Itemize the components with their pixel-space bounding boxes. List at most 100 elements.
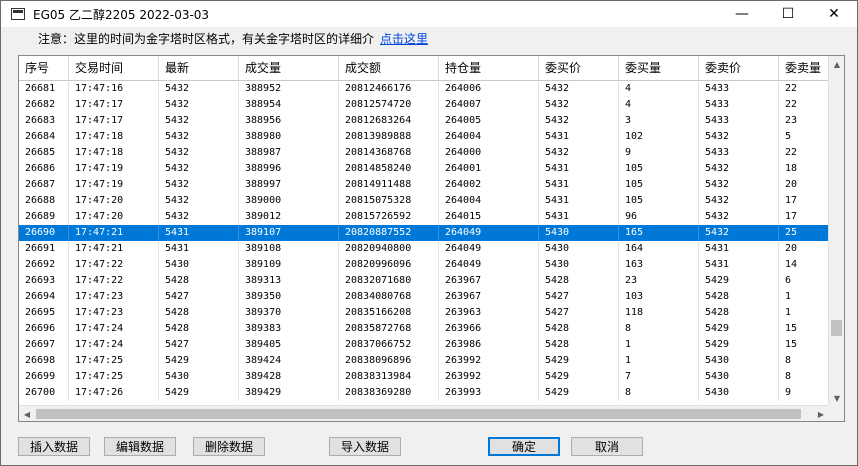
table-cell: 1 — [619, 337, 699, 353]
table-cell: 264002 — [439, 177, 539, 193]
table-cell: 22 — [779, 81, 829, 97]
table-cell: 389428 — [239, 369, 339, 385]
column-header[interactable]: 成交额 — [339, 56, 439, 81]
table-cell: 264000 — [439, 145, 539, 161]
horizontal-scroll-thumb[interactable] — [36, 409, 801, 419]
table-cell: 17:47:18 — [69, 129, 159, 145]
table-row[interactable]: 26698 17:47:25 5429 389424 20838096896 263992… — [19, 353, 829, 369]
title-bar[interactable]: EG05 乙二醇2205 2022-03-03 — ☐ ✕ — [1, 1, 857, 27]
table-cell: 26700 — [19, 385, 69, 401]
horizontal-scrollbar[interactable]: ◀ ▶ — [19, 405, 829, 421]
column-header[interactable]: 持仓量 — [439, 56, 539, 81]
table-cell: 5428 — [159, 305, 239, 321]
table-row[interactable]: 26685 17:47:18 5432 388987 20814368768 264000… — [19, 145, 829, 161]
scroll-corner — [828, 405, 844, 421]
table-cell: 9 — [619, 145, 699, 161]
table-cell: 388980 — [239, 129, 339, 145]
column-header[interactable]: 交易时间 — [69, 56, 159, 81]
table-row[interactable]: 26697 17:47:24 5427 389405 20837066752 263986… — [19, 337, 829, 353]
table-row[interactable]: 26684 17:47:18 5432 388980 20813989888 264004… — [19, 129, 829, 145]
table-cell: 26683 — [19, 113, 69, 129]
table-cell: 20832071680 — [339, 273, 439, 289]
notice-link[interactable]: 点击这里 — [380, 32, 428, 46]
close-icon[interactable]: ✕ — [811, 1, 857, 27]
table-cell: 5432 — [159, 129, 239, 145]
table-cell: 389350 — [239, 289, 339, 305]
table-cell: 5429 — [699, 337, 779, 353]
table-row[interactable]: 26692 17:47:22 5430 389109 20820996096 264049… — [19, 257, 829, 273]
import-data-button[interactable]: 导入数据 — [329, 437, 401, 456]
table-cell: 264006 — [439, 81, 539, 97]
scroll-right-icon[interactable]: ▶ — [813, 406, 829, 421]
column-header[interactable]: 委卖价 — [699, 56, 779, 81]
table-cell: 5431 — [159, 241, 239, 257]
table-cell: 20835872768 — [339, 321, 439, 337]
delete-data-button[interactable]: 删除数据 — [193, 437, 265, 456]
table-row[interactable]: 26694 17:47:23 5427 389350 20834080768 263967… — [19, 289, 829, 305]
table-row[interactable]: 26681 17:47:16 5432 388952 20812466176 264006… — [19, 81, 829, 97]
table-cell: 17:47:22 — [69, 273, 159, 289]
insert-data-button[interactable]: 插入数据 — [18, 437, 90, 456]
table-cell: 388996 — [239, 161, 339, 177]
table-row[interactable]: 26699 17:47:25 5430 389428 20838313984 263992… — [19, 369, 829, 385]
table-row-selected[interactable]: 26690 17:47:21 5431 389107 20820887552 264049… — [19, 225, 829, 241]
table-cell: 8 — [779, 369, 829, 385]
table-cell: 5428 — [699, 289, 779, 305]
table-row[interactable]: 26695 17:47:23 5428 389370 20835166208 263963… — [19, 305, 829, 321]
table-cell: 5427 — [539, 289, 619, 305]
table-row[interactable]: 26693 17:47:22 5428 389313 20832071680 263967… — [19, 273, 829, 289]
vertical-scrollbar[interactable]: ▲ ▼ — [828, 56, 844, 406]
scroll-up-icon[interactable]: ▲ — [829, 56, 844, 72]
table-cell: 164 — [619, 241, 699, 257]
ok-button[interactable]: 确定 — [488, 437, 560, 456]
scroll-down-icon[interactable]: ▼ — [829, 390, 844, 406]
column-header[interactable]: 委买价 — [539, 56, 619, 81]
table-row[interactable]: 26687 17:47:19 5432 388997 20814911488 264002… — [19, 177, 829, 193]
minimize-icon[interactable]: — — [719, 1, 765, 27]
table-cell: 389383 — [239, 321, 339, 337]
table-cell: 388954 — [239, 97, 339, 113]
table-row[interactable]: 26691 17:47:21 5431 389108 20820940800 264049… — [19, 241, 829, 257]
table-row[interactable]: 26682 17:47:17 5432 388954 20812574720 264007… — [19, 97, 829, 113]
column-header[interactable]: 最新 — [159, 56, 239, 81]
table-cell: 20815726592 — [339, 209, 439, 225]
table-cell: 264049 — [439, 241, 539, 257]
table-row[interactable]: 26683 17:47:17 5432 388956 20812683264 264005… — [19, 113, 829, 129]
table-row[interactable]: 26688 17:47:20 5432 389000 20815075328 264004… — [19, 193, 829, 209]
table-row[interactable]: 26700 17:47:26 5429 389429 20838369280 263993… — [19, 385, 829, 401]
table-cell: 5428 — [159, 321, 239, 337]
table-body: 26681 17:47:16 5432 388952 20812466176 264006… — [19, 81, 829, 401]
table-cell: 26689 — [19, 209, 69, 225]
table-cell: 17 — [779, 209, 829, 225]
edit-data-button[interactable]: 编辑数据 — [104, 437, 176, 456]
tick-data-table[interactable]: 序号 交易时间 最新 成交量 成交额 持仓量 委买价 委买量 委卖价 委卖量 26681 17:47… — [18, 55, 845, 422]
table-cell: 5431 — [539, 193, 619, 209]
table-cell: 5431 — [699, 241, 779, 257]
column-header[interactable]: 序号 — [19, 56, 69, 81]
table-header: 序号 交易时间 最新 成交量 成交额 持仓量 委买价 委买量 委卖价 委卖量 — [19, 56, 829, 81]
scroll-left-icon[interactable]: ◀ — [19, 406, 35, 421]
vertical-scroll-thumb[interactable] — [831, 320, 842, 336]
table-row[interactable]: 26686 17:47:19 5432 388996 20814858240 264001… — [19, 161, 829, 177]
column-header[interactable]: 成交量 — [239, 56, 339, 81]
table-cell: 20838369280 — [339, 385, 439, 401]
table-cell: 5429 — [539, 369, 619, 385]
table-cell: 5433 — [699, 81, 779, 97]
table-cell: 18 — [779, 161, 829, 177]
column-header[interactable]: 委买量 — [619, 56, 699, 81]
table-cell: 5431 — [539, 209, 619, 225]
table-cell: 389108 — [239, 241, 339, 257]
table-cell: 5430 — [159, 369, 239, 385]
maximize-icon[interactable]: ☐ — [765, 1, 811, 27]
table-row[interactable]: 26689 17:47:20 5432 389012 20815726592 264015… — [19, 209, 829, 225]
table-row[interactable]: 26696 17:47:24 5428 389383 20835872768 263966… — [19, 321, 829, 337]
cancel-button[interactable]: 取消 — [571, 437, 643, 456]
table-cell: 6 — [779, 273, 829, 289]
table-cell: 26686 — [19, 161, 69, 177]
table-cell: 17:47:26 — [69, 385, 159, 401]
table-cell: 8 — [619, 321, 699, 337]
table-cell: 5432 — [159, 145, 239, 161]
table-cell: 5430 — [539, 225, 619, 241]
column-header[interactable]: 委卖量 — [779, 56, 829, 81]
table-cell: 23 — [779, 113, 829, 129]
